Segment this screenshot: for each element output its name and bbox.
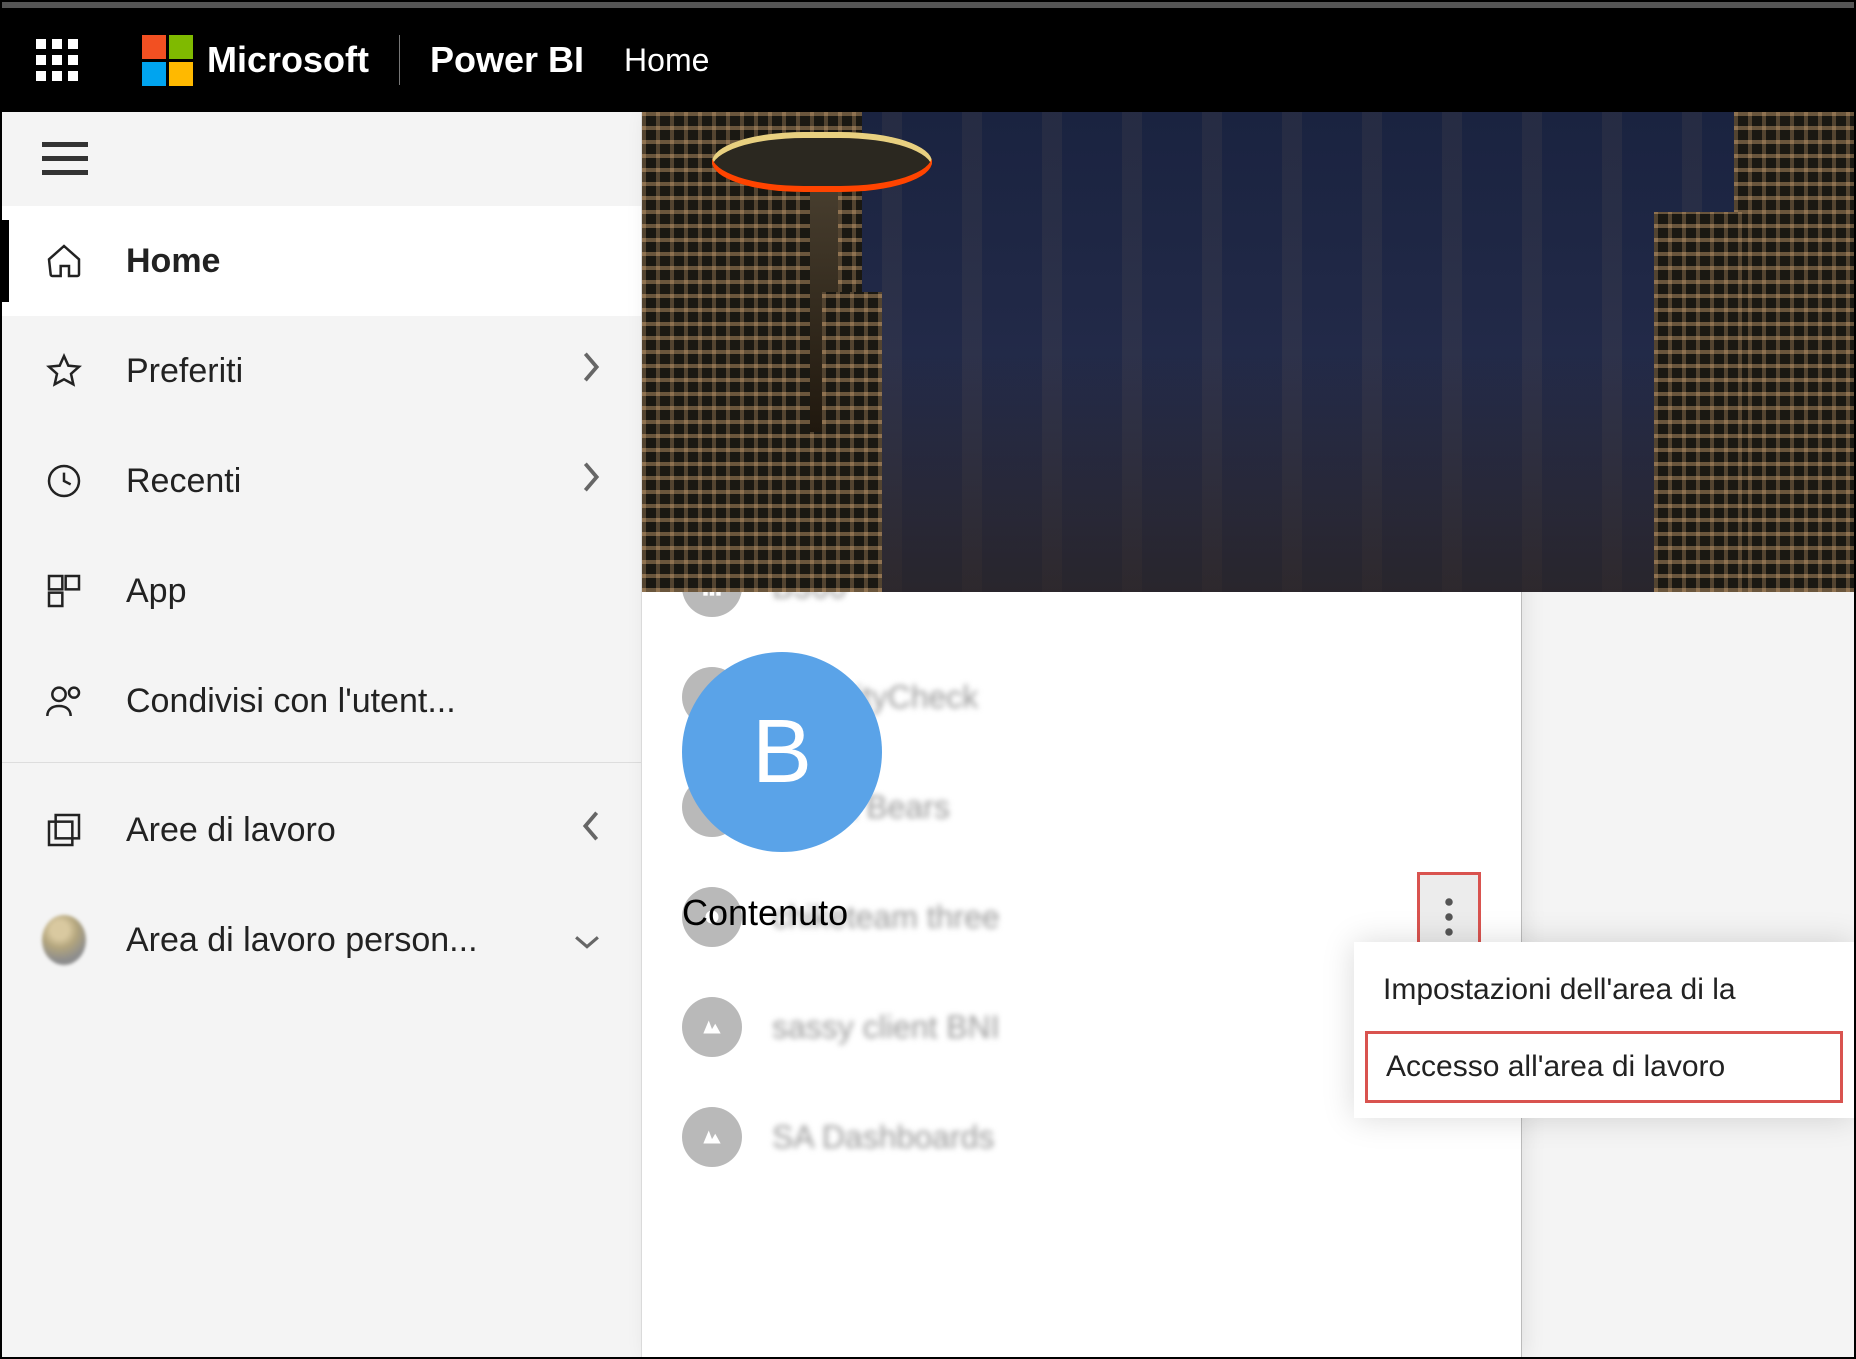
divider bbox=[399, 35, 400, 85]
nav-my-workspace[interactable]: Area di lavoro person... bbox=[2, 885, 641, 995]
nav-label: Preferiti bbox=[126, 352, 243, 391]
chevron-left-icon bbox=[581, 809, 601, 852]
menu-workspace-settings[interactable]: Impostazioni dell'area di la bbox=[1355, 953, 1853, 1027]
nav-favorites[interactable]: Preferiti bbox=[2, 316, 641, 426]
chevron-right-icon bbox=[581, 350, 601, 393]
chevron-down-icon bbox=[573, 921, 601, 960]
nav-workspaces[interactable]: Aree di lavoro bbox=[2, 775, 641, 885]
star-icon bbox=[42, 351, 86, 391]
card-area: B Contenuto bbox=[642, 652, 1854, 934]
apps-icon bbox=[42, 571, 86, 611]
hero-image bbox=[642, 112, 1854, 592]
people-icon bbox=[42, 681, 86, 721]
sidebar: Home Preferiti bbox=[2, 112, 642, 1357]
nav-label: Area di lavoro person... bbox=[126, 921, 478, 960]
content-heading: Contenuto bbox=[682, 892, 1834, 934]
nav-list: Home Preferiti bbox=[2, 206, 641, 756]
hamburger-button[interactable] bbox=[2, 112, 641, 206]
brand-text: Microsoft bbox=[207, 39, 369, 81]
nav-label: Home bbox=[126, 242, 220, 281]
nav-label: Condivisi con l'utent... bbox=[126, 682, 456, 721]
nav-home[interactable]: Home bbox=[2, 206, 641, 316]
right-pane: B Contenuto Impostazioni dell'area di la… bbox=[642, 112, 1854, 1357]
stack-icon bbox=[42, 810, 86, 850]
nav-label: Aree di lavoro bbox=[126, 811, 336, 850]
nav-label: Recenti bbox=[126, 462, 241, 501]
home-icon bbox=[42, 241, 86, 281]
waffle-icon bbox=[36, 39, 78, 81]
microsoft-tiles-icon bbox=[142, 35, 193, 86]
main-area: Home Preferiti bbox=[2, 112, 1854, 1357]
nav-recent[interactable]: Recenti bbox=[2, 426, 641, 536]
nav-label: App bbox=[126, 572, 187, 611]
product-name[interactable]: Power BI bbox=[430, 39, 584, 81]
nav-apps[interactable]: App bbox=[2, 536, 641, 646]
workspace-circle-icon: B bbox=[682, 652, 882, 852]
nav-shared[interactable]: Condivisi con l'utent... bbox=[2, 646, 641, 756]
topbar: Microsoft Power BI Home bbox=[2, 2, 1854, 112]
app-launcher-button[interactable] bbox=[12, 15, 102, 105]
nav-lower: Aree di lavoro Area di lavoro person... bbox=[2, 775, 641, 995]
hamburger-icon bbox=[42, 142, 88, 176]
clock-icon bbox=[42, 461, 86, 501]
chevron-right-icon bbox=[581, 460, 601, 503]
menu-workspace-access[interactable]: Accesso all'area di lavoro bbox=[1365, 1031, 1843, 1103]
breadcrumb: Home bbox=[624, 42, 709, 79]
workspace-context-menu: Impostazioni dell'area di la Accesso all… bbox=[1354, 942, 1854, 1118]
microsoft-logo: Microsoft bbox=[142, 35, 369, 86]
avatar-icon bbox=[42, 915, 86, 965]
circle-letter: B bbox=[752, 701, 812, 804]
nav-divider bbox=[2, 762, 641, 763]
